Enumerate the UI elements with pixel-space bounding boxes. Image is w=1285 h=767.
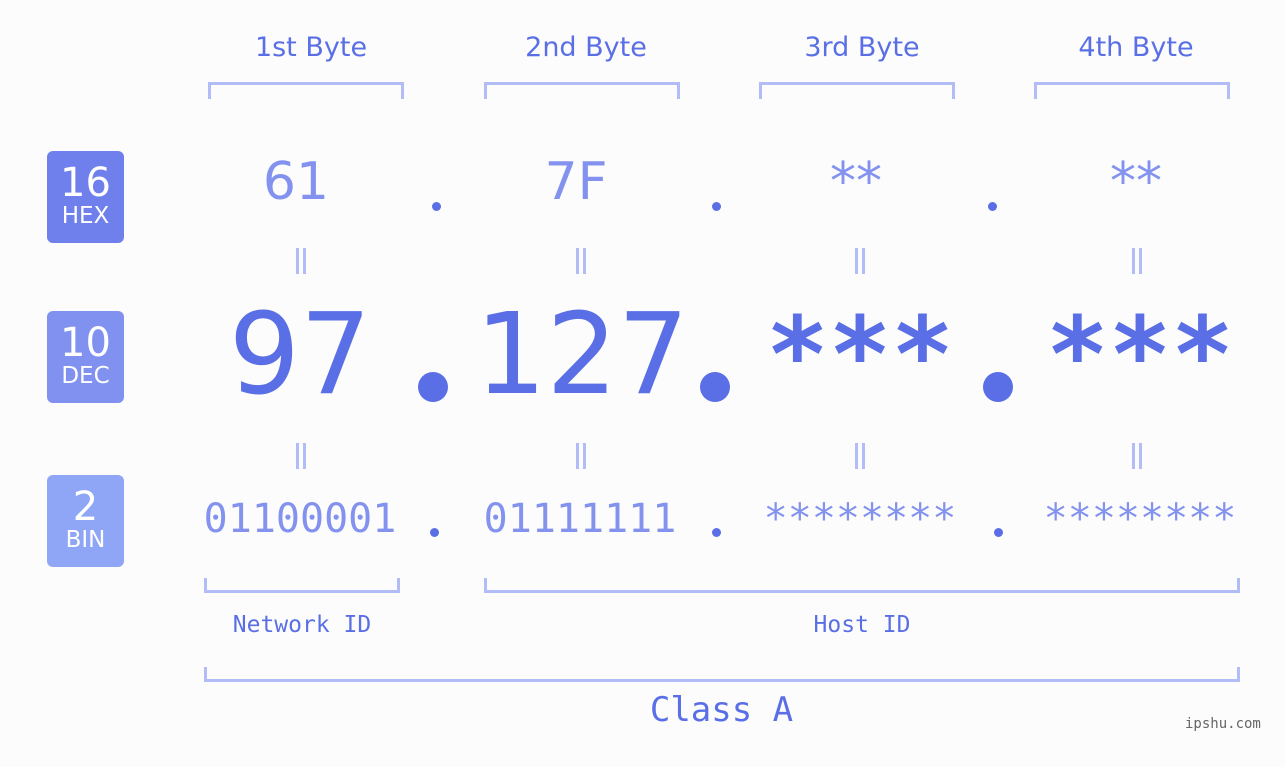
dec-badge: 10 DEC	[47, 311, 124, 403]
equals-icon	[851, 248, 867, 274]
hex-unit: HEX	[61, 203, 110, 229]
byte-bracket-1	[208, 82, 404, 99]
equals-icon	[572, 443, 588, 469]
byte-bracket-3	[759, 82, 955, 99]
host-id-label: Host ID	[813, 612, 911, 638]
dec-byte-3: ***	[766, 294, 954, 416]
network-id-label: Network ID	[232, 612, 372, 638]
bin-unit: BIN	[65, 527, 106, 553]
bin-byte-4: ********	[1043, 496, 1237, 542]
hex-byte-1: 61	[262, 152, 330, 212]
dec-byte-4: ***	[1046, 294, 1234, 416]
hex-byte-4: **	[1110, 152, 1162, 212]
class-bracket	[204, 667, 1240, 682]
byte-header-4: 4th Byte	[1078, 32, 1194, 63]
bin-byte-3: ********	[763, 496, 957, 542]
bin-base: 2	[72, 484, 99, 530]
dec-unit: DEC	[61, 363, 110, 389]
bin-dot-1	[430, 528, 439, 537]
equals-icon	[1128, 443, 1144, 469]
host-id-bracket	[484, 578, 1240, 593]
watermark: ipshu.com	[1185, 716, 1261, 732]
dec-dot-3	[983, 372, 1013, 402]
network-id-bracket	[204, 578, 400, 593]
equals-icon	[851, 443, 867, 469]
equals-icon	[572, 248, 588, 274]
dec-base: 10	[60, 320, 111, 366]
byte-header-1: 1st Byte	[254, 32, 368, 63]
equals-icon	[292, 443, 308, 469]
equals-icon	[292, 248, 308, 274]
dec-dot-2	[700, 372, 730, 402]
hex-badge: 16 HEX	[47, 151, 124, 243]
dec-byte-2: 127	[475, 290, 689, 420]
hex-dot-1	[432, 202, 441, 211]
dec-dot-1	[418, 372, 448, 402]
byte-header-2: 2nd Byte	[525, 32, 647, 63]
hex-dot-3	[988, 202, 997, 211]
equals-icon	[1128, 248, 1144, 274]
hex-dot-2	[712, 202, 721, 211]
hex-base: 16	[60, 160, 111, 206]
hex-byte-2: 7F	[544, 152, 608, 212]
dec-byte-1: 97	[228, 290, 372, 420]
byte-header-3: 3rd Byte	[804, 32, 920, 63]
hex-byte-3: **	[830, 152, 882, 212]
byte-bracket-4	[1034, 82, 1230, 99]
bin-byte-1: 01100001	[203, 496, 397, 542]
byte-bracket-2	[484, 82, 680, 99]
bin-badge: 2 BIN	[47, 475, 124, 567]
class-label: Class A	[649, 690, 794, 730]
bin-dot-2	[712, 528, 721, 537]
bin-byte-2: 01111111	[483, 496, 677, 542]
bin-dot-3	[994, 528, 1003, 537]
